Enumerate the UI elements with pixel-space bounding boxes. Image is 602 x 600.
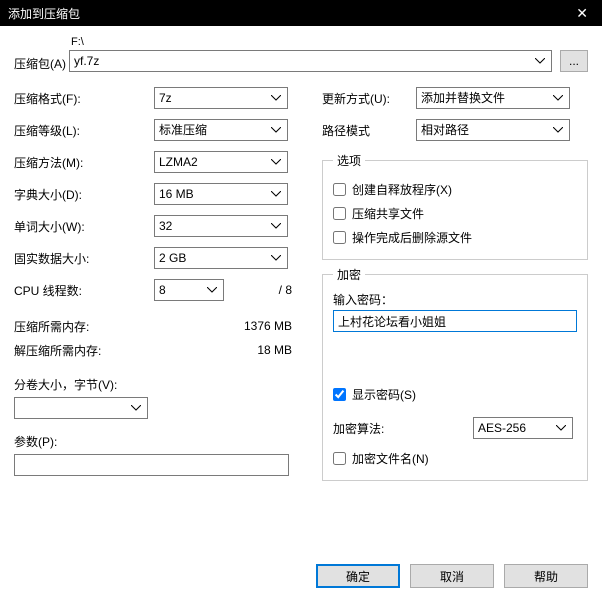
cancel-button[interactable]: 取消 [410,564,494,588]
dialog-content: 压缩包(A) F:\ yf.7z ... 压缩格式(F): 7z 压缩等级(L)… [0,26,602,491]
format-label: 压缩格式(F): [14,90,154,107]
cpu-select[interactable]: 8 [154,279,224,301]
archive-path-prefix: F:\ [69,36,552,48]
cpu-label: CPU 线程数: [14,282,154,299]
pathmode-select[interactable]: 相对路径 [416,119,570,141]
solid-label: 固实数据大小: [14,250,154,267]
shared-label: 压缩共享文件 [352,205,424,222]
update-label: 更新方式(U): [322,90,416,107]
button-bar: 确定 取消 帮助 [316,564,588,588]
method-label: 压缩方法(M): [14,154,154,171]
params-input[interactable] [14,454,289,476]
options-fieldset: 选项 创建自释放程序(X) 压缩共享文件 操作完成后删除源文件 [322,152,588,260]
encnames-label: 加密文件名(N) [352,450,429,467]
dict-select[interactable]: 16 MB [154,183,288,205]
close-icon[interactable]: ✕ [570,5,594,22]
deleteafter-checkbox[interactable] [333,231,346,244]
pathmode-label: 路径模式 [322,122,416,139]
ok-button[interactable]: 确定 [316,564,400,588]
options-legend: 选项 [333,152,365,169]
split-label: 分卷大小，字节(V): [14,376,292,393]
level-select[interactable]: 标准压缩 [154,119,288,141]
window-title: 添加到压缩包 [8,5,80,22]
algo-label: 加密算法: [333,420,473,437]
mem-decomp-value: 18 MB [222,343,292,357]
algo-select[interactable]: AES-256 [473,417,573,439]
mem-decomp-label: 解压缩所需内存: [14,342,222,359]
titlebar: 添加到压缩包 ✕ [0,0,602,26]
deleteafter-label: 操作完成后删除源文件 [352,229,472,246]
showpw-checkbox[interactable] [333,388,346,401]
mem-comp-label: 压缩所需内存: [14,318,222,335]
help-button[interactable]: 帮助 [504,564,588,588]
solid-select[interactable]: 2 GB [154,247,288,269]
params-label: 参数(P): [14,433,292,450]
split-select[interactable] [14,397,148,419]
dict-label: 字典大小(D): [14,186,154,203]
showpw-label: 显示密码(S) [352,386,416,403]
browse-button[interactable]: ... [560,50,588,72]
archive-filename-select[interactable]: yf.7z [69,50,552,72]
pw-label: 输入密码： [333,291,577,308]
encrypt-legend: 加密 [333,266,365,283]
archive-label: 压缩包(A) [14,55,69,72]
word-label: 单词大小(W): [14,218,154,235]
update-select[interactable]: 添加并替换文件 [416,87,570,109]
mem-comp-value: 1376 MB [222,319,292,333]
method-select[interactable]: LZMA2 [154,151,288,173]
encrypt-fieldset: 加密 输入密码： 显示密码(S) 加密算法: AES-256 加密文件名(N) [322,266,588,481]
password-input[interactable] [333,310,577,332]
encnames-checkbox[interactable] [333,452,346,465]
cpu-suffix: / 8 [234,283,292,297]
word-select[interactable]: 32 [154,215,288,237]
sfx-checkbox[interactable] [333,183,346,196]
format-select[interactable]: 7z [154,87,288,109]
sfx-label: 创建自释放程序(X) [352,181,452,198]
shared-checkbox[interactable] [333,207,346,220]
level-label: 压缩等级(L): [14,122,154,139]
